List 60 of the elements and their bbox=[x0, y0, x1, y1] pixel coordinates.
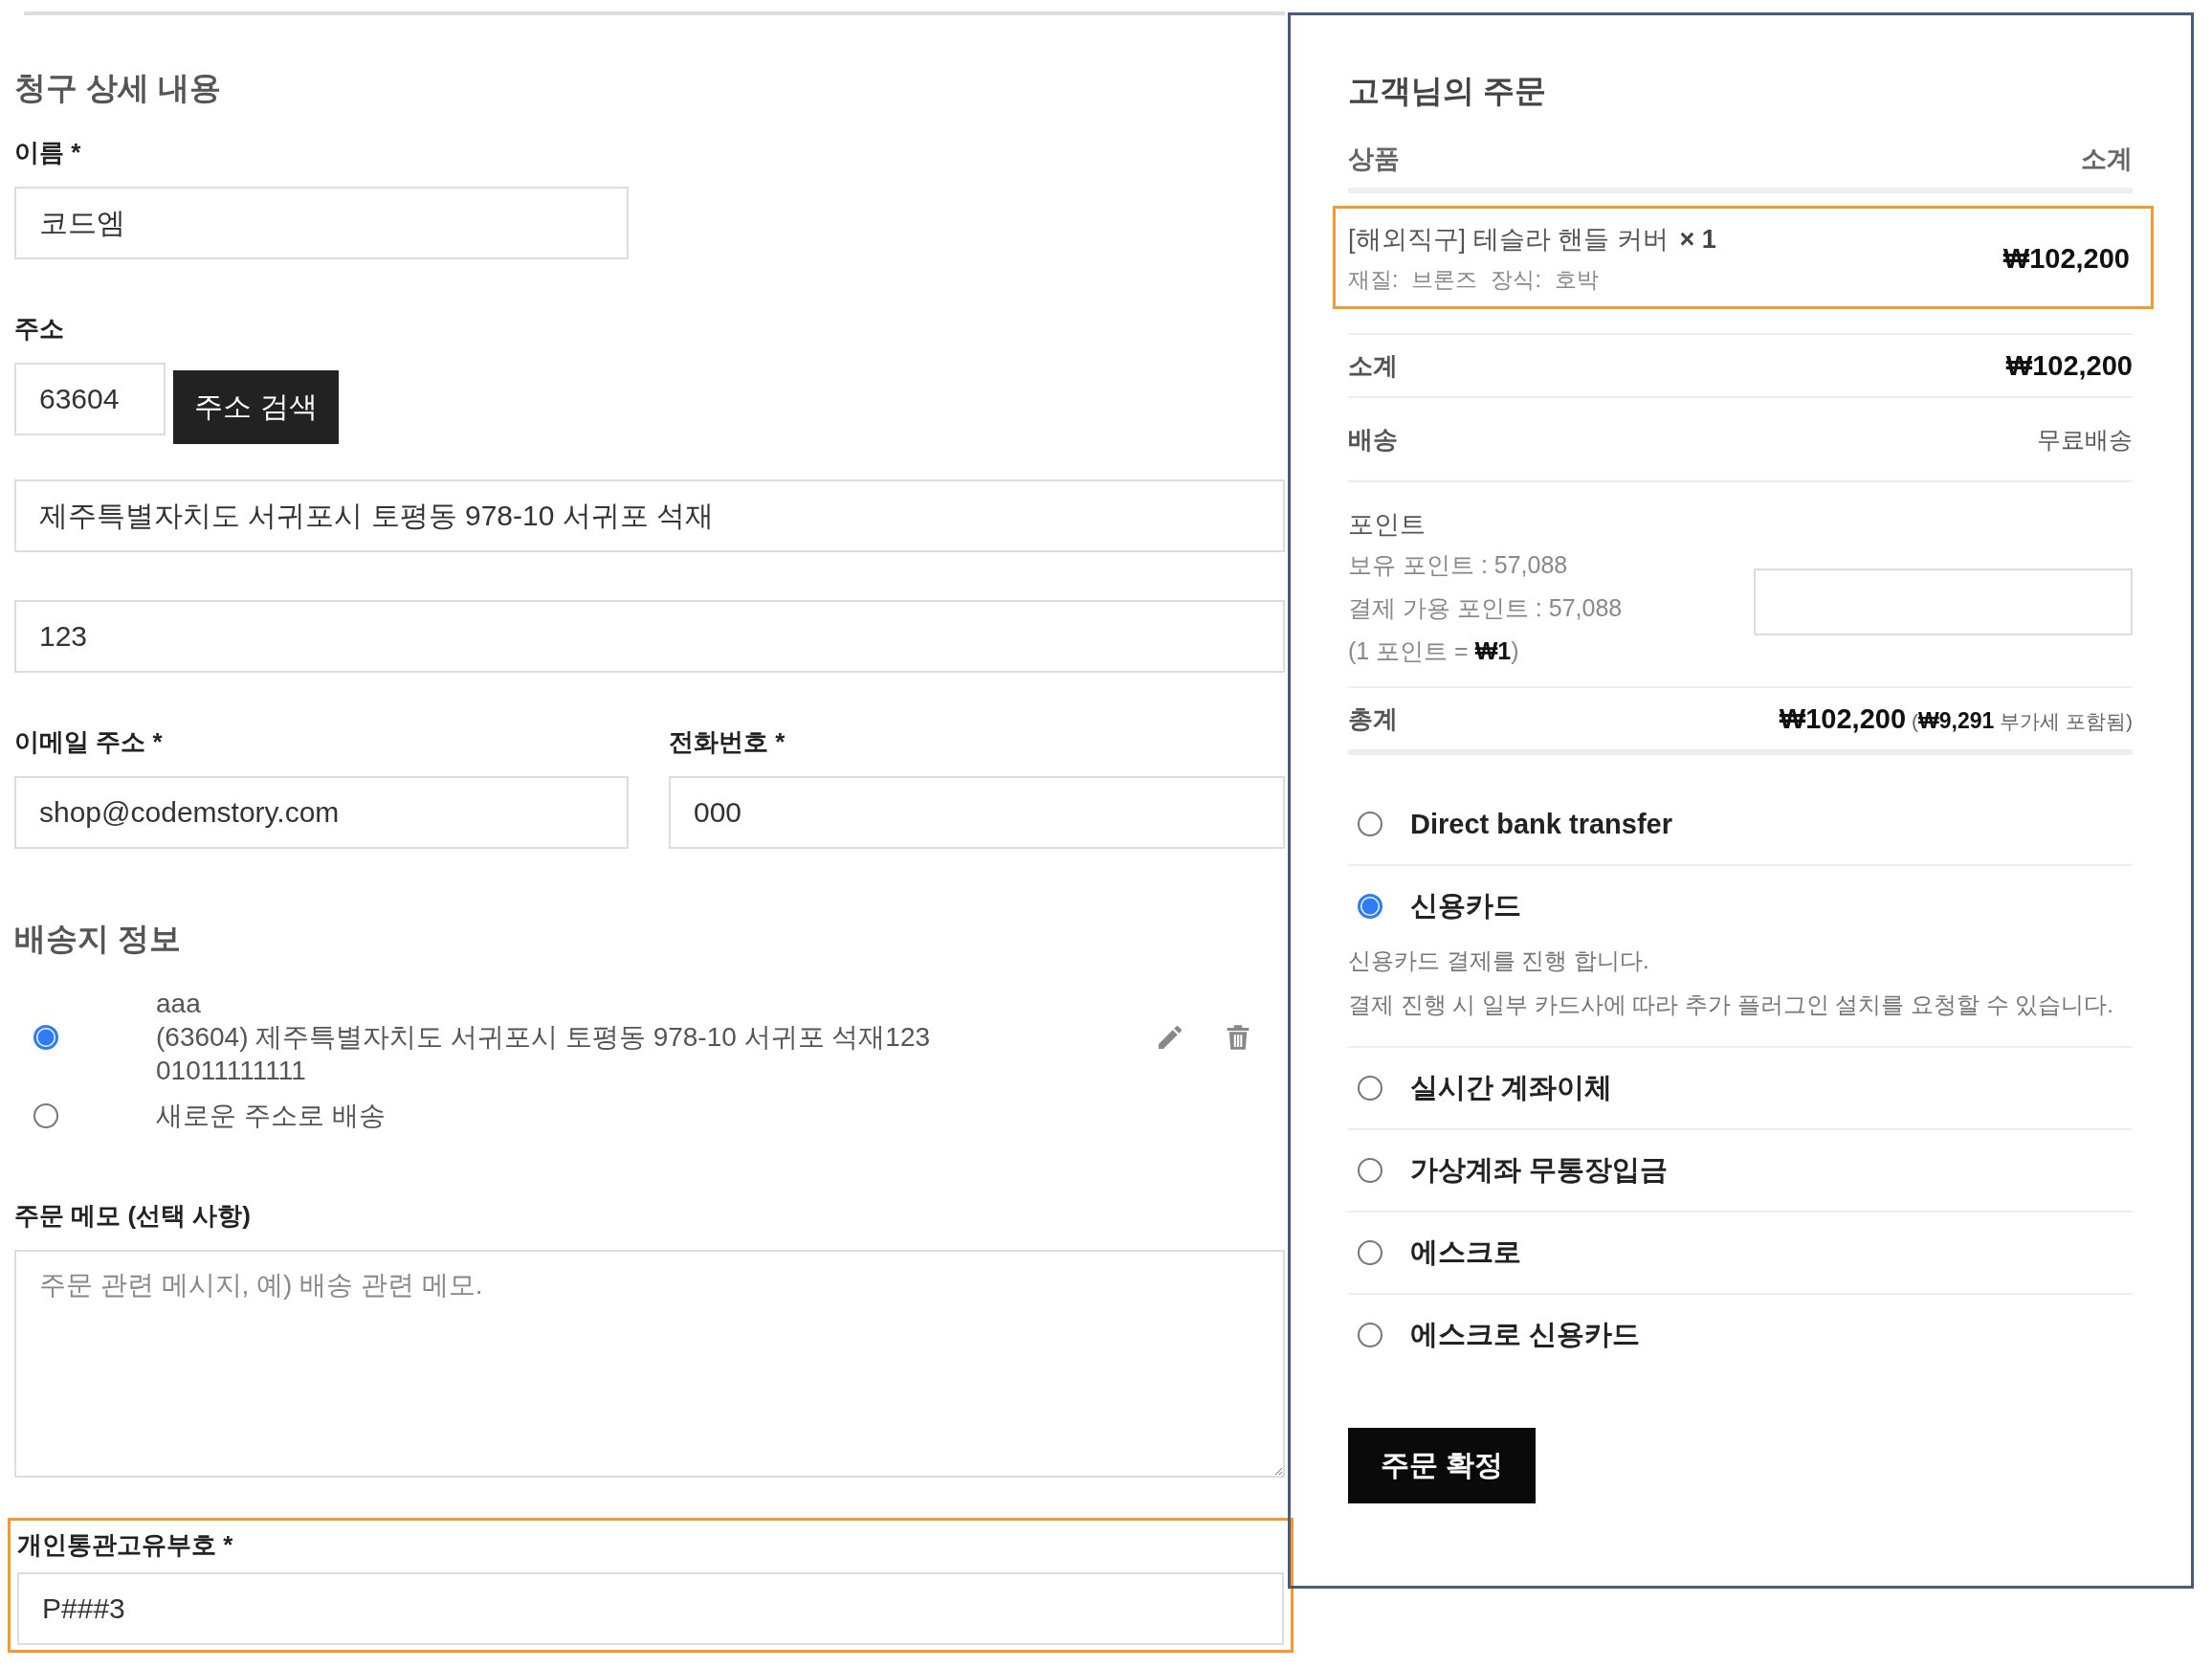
address-field[interactable]: 제주특별자치도 서귀포시 토평동 978-10 서귀포 석재 bbox=[14, 479, 1285, 552]
address-detail-field[interactable]: 123 bbox=[14, 600, 1285, 673]
field-label: 이름 * bbox=[14, 137, 82, 168]
section-heading: 배송지 정보 bbox=[14, 920, 183, 958]
email-field[interactable]: shop@codemstory.com bbox=[14, 776, 629, 849]
radio-button[interactable] bbox=[1358, 894, 1382, 919]
radio-button[interactable] bbox=[1358, 1240, 1382, 1265]
address-text: 새로운 주소로 배송 bbox=[156, 1100, 387, 1132]
field-label: 전화번호 * bbox=[669, 726, 786, 758]
payment-method-label[interactable]: Direct bank transfer bbox=[1410, 808, 1672, 840]
payment-method-label[interactable]: 실시간 계좌이체 bbox=[1410, 1069, 1613, 1107]
order-notes-field[interactable]: 주문 관련 메시지, 예) 배송 관련 메모. bbox=[14, 1250, 1285, 1478]
total-label: 총계 bbox=[1348, 702, 1398, 735]
points-text: (1 포인트 = ₩1) bbox=[1348, 636, 1520, 666]
tax-note: (₩9,291 부가세 포함됨) bbox=[1912, 707, 2133, 735]
option-value: 브론즈 bbox=[1411, 266, 1478, 294]
radio-button[interactable] bbox=[1358, 1158, 1382, 1183]
column-header: 상품 bbox=[1348, 144, 1400, 175]
address-text: (63604) 제주특별자치도 서귀포시 토평동 978-10 서귀포 석재123 bbox=[156, 1021, 932, 1054]
radio-button[interactable] bbox=[1358, 1323, 1382, 1347]
column-header: 소계 bbox=[2081, 144, 2133, 175]
total-value: ₩102,200 bbox=[1779, 702, 1907, 735]
option-label: 재질: bbox=[1348, 266, 1399, 294]
field-label: 주소 bbox=[14, 313, 65, 345]
payment-method-label[interactable]: 신용카드 bbox=[1410, 887, 1521, 925]
payment-method-label[interactable]: 가상계좌 무통장입금 bbox=[1410, 1151, 1669, 1190]
radio-button[interactable] bbox=[1358, 1076, 1382, 1101]
payment-method-label[interactable]: 에스크로 bbox=[1410, 1234, 1521, 1272]
points-field[interactable] bbox=[1754, 568, 2133, 635]
radio-button[interactable] bbox=[33, 1024, 58, 1050]
section-heading: 청구 상세 내용 bbox=[14, 69, 223, 107]
subtotal-value: ₩102,200 bbox=[2005, 349, 2133, 382]
radio-button[interactable] bbox=[1358, 812, 1382, 836]
item-total: ₩102,200 bbox=[2002, 242, 2130, 275]
address-search-button[interactable]: 주소 검색 bbox=[173, 370, 339, 444]
field-label: 이메일 주소 * bbox=[14, 726, 164, 758]
subtotal-label: 소계 bbox=[1348, 349, 1398, 382]
postcode-field[interactable]: 63604 bbox=[14, 363, 166, 435]
address-text: aaa bbox=[156, 988, 202, 1020]
name-field[interactable]: 코드엠 bbox=[14, 187, 629, 259]
phone-field[interactable]: 000 bbox=[669, 776, 1285, 849]
points-text: 결제 가용 포인트 : 57,088 bbox=[1348, 593, 1623, 623]
shipping-value: 무료배송 bbox=[2037, 424, 2133, 455]
payment-description: 결제 진행 시 일부 카드사에 따라 추가 플러그인 설치를 요청할 수 있습니다. bbox=[1348, 990, 2114, 1019]
points-label: 포인트 bbox=[1348, 509, 1427, 541]
option-value: 호박 bbox=[1554, 266, 1599, 294]
payment-method-label[interactable]: 에스크로 신용카드 bbox=[1410, 1316, 1641, 1354]
section-heading: 고객님의 주문 bbox=[1348, 72, 1548, 110]
address-text: 01011111111 bbox=[156, 1055, 307, 1087]
option-label: 장식: bbox=[1491, 266, 1541, 294]
field-label: 주문 메모 (선택 사항) bbox=[14, 1200, 252, 1232]
payment-description: 신용카드 결제를 진행 합니다. bbox=[1348, 946, 1650, 975]
quantity-text: × 1 bbox=[1679, 225, 1716, 254]
radio-button[interactable] bbox=[33, 1102, 58, 1128]
shipping-label: 배송 bbox=[1348, 423, 1398, 456]
product-name: [해외직구] 테슬라 핸들 커버 bbox=[1348, 225, 1669, 254]
field-label: 개인통관고유부호 * bbox=[17, 1529, 234, 1561]
customs-code-field[interactable]: P###3 bbox=[17, 1572, 1284, 1645]
place-order-button[interactable]: 주문 확정 bbox=[1348, 1428, 1536, 1503]
points-text: 보유 포인트 : 57,088 bbox=[1348, 550, 1569, 580]
